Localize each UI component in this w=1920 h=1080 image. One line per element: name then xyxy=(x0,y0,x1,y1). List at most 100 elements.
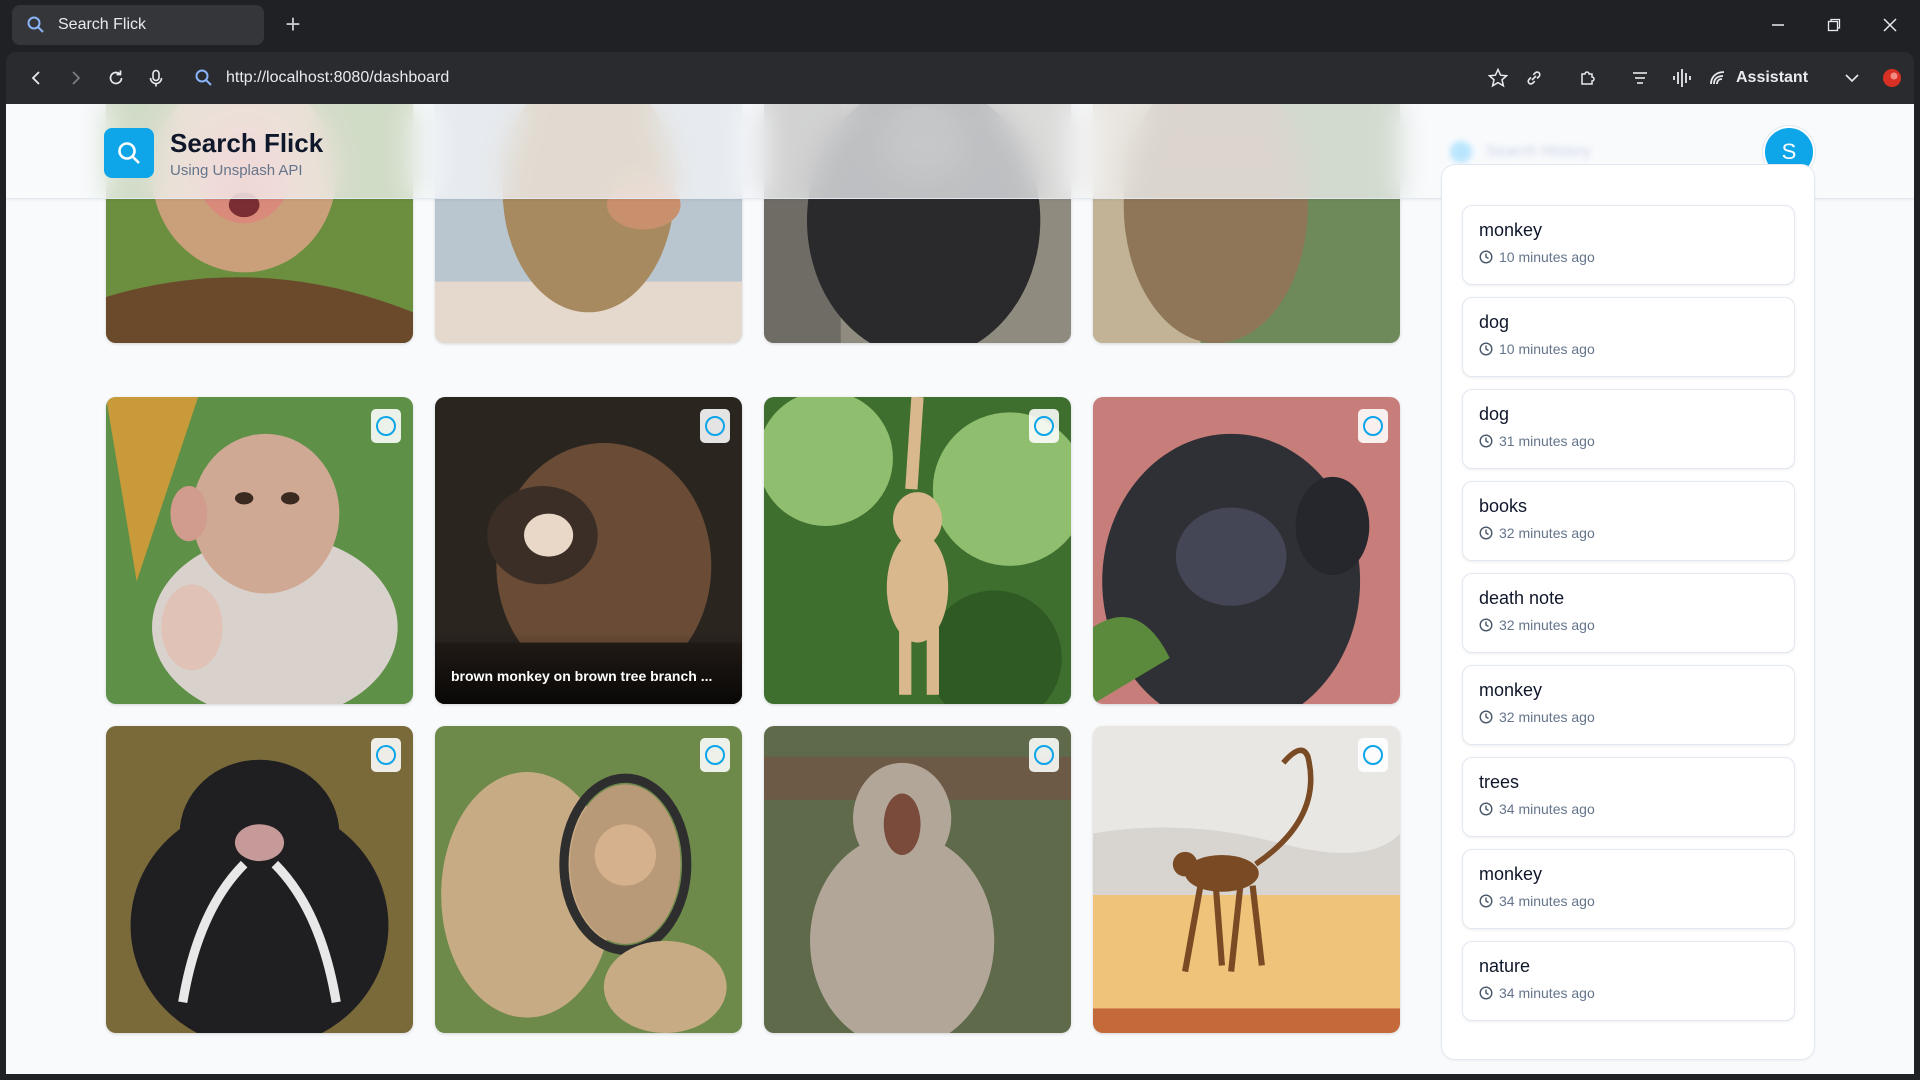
history-item[interactable]: monkey 32 minutes ago xyxy=(1462,665,1795,745)
select-photo-checkbox[interactable] xyxy=(1029,738,1059,772)
photo-card[interactable]: brown monkey on brown tree branch ... xyxy=(435,397,742,704)
photo-card[interactable] xyxy=(1093,397,1400,704)
circle-icon xyxy=(376,745,396,765)
history-item[interactable]: trees 34 minutes ago xyxy=(1462,757,1795,837)
reading-list-button[interactable] xyxy=(1626,64,1654,92)
close-icon xyxy=(1883,18,1897,32)
search-icon xyxy=(27,16,44,33)
history-term: monkey xyxy=(1479,864,1543,884)
select-photo-checkbox[interactable] xyxy=(1358,738,1388,772)
waveform-icon xyxy=(1673,69,1691,87)
photo-card[interactable] xyxy=(106,397,413,704)
history-time-text: 10 minutes ago xyxy=(1499,341,1595,357)
photo-card[interactable] xyxy=(106,726,413,1033)
audio-button[interactable] xyxy=(1668,64,1696,92)
close-window-button[interactable] xyxy=(1872,10,1908,40)
link-icon xyxy=(1527,71,1541,85)
history-time: 32 minutes ago xyxy=(1479,617,1794,633)
history-item[interactable]: dog 10 minutes ago xyxy=(1462,297,1795,377)
search-history-panel: monkey 10 minutes ago dog 10 minutes ago dog… xyxy=(1441,164,1815,1060)
history-time: 10 minutes ago xyxy=(1479,341,1794,357)
search-placeholder: Search History xyxy=(1486,143,1591,160)
photo-card[interactable] xyxy=(1093,726,1400,1033)
photo-caption: brown monkey on brown tree branch ... xyxy=(435,632,742,704)
clock-icon xyxy=(1479,250,1493,264)
history-time: 34 minutes ago xyxy=(1479,985,1794,1001)
history-time: 31 minutes ago xyxy=(1479,433,1794,449)
circle-icon xyxy=(376,416,396,436)
photo-card[interactable] xyxy=(435,726,742,1033)
back-button[interactable] xyxy=(22,64,50,92)
history-time-text: 31 minutes ago xyxy=(1499,433,1595,449)
history-time: 34 minutes ago xyxy=(1479,801,1794,817)
select-photo-checkbox[interactable] xyxy=(371,738,401,772)
circle-icon xyxy=(1034,416,1054,436)
select-photo-checkbox[interactable] xyxy=(700,738,730,772)
star-icon xyxy=(1488,68,1508,88)
clock-icon xyxy=(1479,894,1493,908)
history-term: dog xyxy=(1479,312,1510,332)
select-photo-checkbox[interactable] xyxy=(371,409,401,443)
select-photo-checkbox[interactable] xyxy=(1029,409,1059,443)
photo-grid: brown monkey on brown tree branch ... xyxy=(106,104,1409,1074)
photo-image xyxy=(1093,726,1400,1033)
photo-card[interactable] xyxy=(764,397,1071,704)
search-icon xyxy=(118,142,140,164)
circle-icon xyxy=(1363,745,1383,765)
photo-card[interactable] xyxy=(764,726,1071,1033)
page-viewport: brown monkey on brown tree branch ... Se… xyxy=(6,104,1914,1074)
tab-menu-button[interactable] xyxy=(1838,64,1866,92)
minimize-icon xyxy=(1772,24,1784,26)
list-icon xyxy=(1633,72,1647,84)
microphone-icon xyxy=(149,69,163,87)
history-time-text: 10 minutes ago xyxy=(1499,249,1595,265)
url-bar[interactable]: http://localhost:8080/dashboard xyxy=(194,64,449,92)
clock-icon xyxy=(1479,802,1493,816)
restore-button[interactable] xyxy=(1816,10,1852,40)
history-time: 32 minutes ago xyxy=(1479,709,1794,725)
clock-icon xyxy=(1479,986,1493,1000)
restore-icon xyxy=(1827,18,1841,32)
reload-icon xyxy=(109,70,123,85)
history-term: books xyxy=(1479,496,1528,516)
history-time: 32 minutes ago xyxy=(1479,525,1794,541)
circle-icon xyxy=(705,416,725,436)
select-photo-checkbox[interactable] xyxy=(700,409,730,443)
history-item[interactable]: nature 34 minutes ago xyxy=(1462,941,1795,1021)
profile-icon xyxy=(1883,69,1901,87)
history-item[interactable]: death note 32 minutes ago xyxy=(1462,573,1795,653)
forward-button[interactable] xyxy=(62,64,90,92)
profile-button[interactable] xyxy=(1878,64,1906,92)
share-link-button[interactable] xyxy=(1520,64,1548,92)
history-time: 34 minutes ago xyxy=(1479,893,1794,909)
history-item[interactable]: dog 31 minutes ago xyxy=(1462,389,1795,469)
history-term: nature xyxy=(1479,956,1531,976)
url-text: http://localhost:8080/dashboard xyxy=(226,69,450,86)
app-logo[interactable] xyxy=(104,128,154,178)
circle-icon xyxy=(1363,416,1383,436)
history-item[interactable]: monkey 34 minutes ago xyxy=(1462,849,1795,929)
voice-search-button[interactable] xyxy=(142,64,170,92)
select-photo-checkbox[interactable] xyxy=(1358,409,1388,443)
history-term: monkey xyxy=(1479,680,1543,700)
chevron-down-icon xyxy=(1845,74,1859,83)
bookmark-button[interactable] xyxy=(1484,64,1512,92)
history-term: monkey xyxy=(1479,220,1543,240)
new-tab-button[interactable]: + xyxy=(278,10,308,40)
history-item[interactable]: books 32 minutes ago xyxy=(1462,481,1795,561)
extensions-button[interactable] xyxy=(1574,64,1602,92)
history-item[interactable]: monkey 10 minutes ago xyxy=(1462,205,1795,285)
photo-image xyxy=(1093,397,1400,704)
history-term: death note xyxy=(1479,588,1565,608)
assistant-button[interactable]: Assistant xyxy=(1708,64,1808,92)
chevron-right-icon xyxy=(72,71,81,85)
app-title: Search Flick xyxy=(170,128,324,158)
reload-button[interactable] xyxy=(102,64,130,92)
browser-tab[interactable]: Search Flick xyxy=(12,5,264,45)
photo-image xyxy=(106,726,413,1033)
photo-image xyxy=(764,726,1071,1033)
history-time-text: 32 minutes ago xyxy=(1499,525,1595,541)
circle-icon xyxy=(1034,745,1054,765)
minimize-button[interactable] xyxy=(1760,10,1796,40)
circle-icon xyxy=(705,745,725,765)
